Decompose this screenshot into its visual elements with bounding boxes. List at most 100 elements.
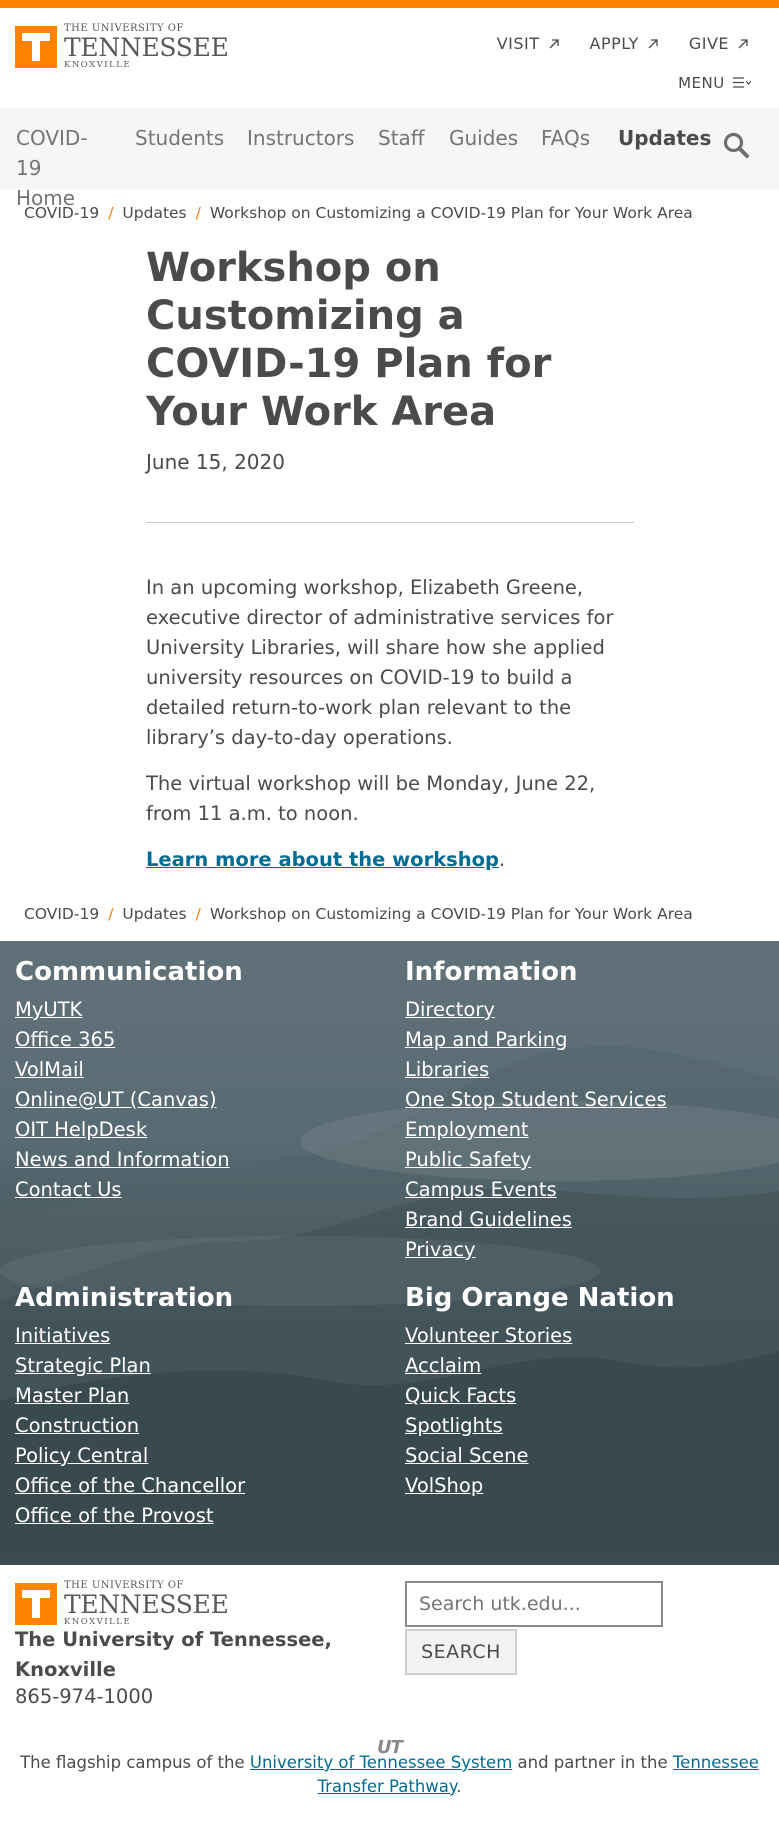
footer-heading-big-orange-nation: Big Orange Nation bbox=[405, 1283, 675, 1313]
give-label: GIVE bbox=[688, 34, 729, 53]
article-date: June 15, 2020 bbox=[146, 450, 285, 474]
nav-item-students[interactable]: Students bbox=[135, 123, 224, 153]
external-arrow-icon bbox=[738, 38, 748, 48]
university-logo[interactable]: THE UNIVERSITY OF TENNESSEE KNOXVILLE bbox=[15, 1581, 229, 1627]
footer-column-big-orange-nation: Big Orange Nation Volunteer Stories Accl… bbox=[405, 1283, 779, 1501]
footer-link[interactable]: Public Safety bbox=[405, 1145, 779, 1175]
footer-column-information: Information Directory Map and Parking Li… bbox=[405, 957, 779, 1265]
footer-link[interactable]: Map and Parking bbox=[405, 1025, 779, 1055]
phone-number[interactable]: 865-974-1000 bbox=[15, 1685, 153, 1708]
breadcrumb-link-updates[interactable]: Updates bbox=[122, 204, 186, 222]
site-header: THE UNIVERSITY OF TENNESSEE KNOXVILLE VI… bbox=[0, 8, 779, 98]
ut-system-link[interactable]: University of Tennessee System bbox=[250, 1753, 512, 1772]
breadcrumb-current: Workshop on Customizing a COVID-19 Plan … bbox=[209, 905, 693, 923]
breadcrumb-separator: / bbox=[195, 204, 201, 222]
footer-link[interactable]: Privacy bbox=[405, 1235, 779, 1265]
logo-line-2: TENNESSEE bbox=[64, 1590, 229, 1619]
university-name: The University of Tennessee, Knoxville bbox=[15, 1628, 332, 1681]
footer-link[interactable]: Directory bbox=[405, 995, 779, 1025]
hamburger-icon bbox=[733, 77, 752, 88]
section-nav: COVID-19 Home Students Instructors Staff… bbox=[0, 98, 779, 210]
learn-more-period: . bbox=[499, 848, 506, 871]
breadcrumb-current: Workshop on Customizing a COVID-19 Plan … bbox=[209, 204, 693, 222]
footer-link[interactable]: Volunteer Stories bbox=[405, 1321, 779, 1351]
footer-link[interactable]: Initiatives bbox=[15, 1321, 395, 1351]
footer-link[interactable]: Social Scene bbox=[405, 1441, 779, 1471]
footer-heading-information: Information bbox=[405, 957, 578, 987]
footer-link[interactable]: MyUTK bbox=[15, 995, 395, 1025]
breadcrumb-separator: / bbox=[195, 905, 201, 923]
external-arrow-icon bbox=[549, 38, 559, 48]
search-button[interactable]: SEARCH bbox=[405, 1629, 517, 1675]
breadcrumb: COVID-19/Updates / Workshop on Customizing… bbox=[0, 190, 779, 238]
footer-link[interactable]: Quick Facts bbox=[405, 1381, 779, 1411]
page-title: Workshop on Customizing a COVID-19 Plan … bbox=[146, 245, 552, 435]
footer-link[interactable]: Office 365 bbox=[15, 1025, 395, 1055]
footer-link[interactable]: Strategic Plan bbox=[15, 1351, 395, 1381]
flagship-statement: The flagship campus of the University of… bbox=[0, 1751, 779, 1799]
nav-item-covid-home[interactable]: COVID-19 Home bbox=[16, 123, 106, 213]
nav-item-faqs[interactable]: FAQs bbox=[541, 123, 590, 153]
learn-more-link[interactable]: Learn more about the workshop bbox=[146, 848, 499, 871]
nav-item-guides[interactable]: Guides bbox=[449, 123, 518, 153]
divider bbox=[146, 522, 634, 523]
footer-link[interactable]: Contact Us bbox=[15, 1175, 395, 1205]
article-paragraph-1: In an upcoming workshop, Elizabeth Green… bbox=[146, 576, 614, 749]
footer-link[interactable]: Policy Central bbox=[15, 1441, 395, 1471]
breadcrumb-link-covid[interactable]: COVID-19 bbox=[24, 905, 99, 923]
flagship-middle: and partner in the bbox=[512, 1753, 673, 1772]
give-link[interactable]: GIVE bbox=[689, 34, 749, 53]
footer-link[interactable]: Master Plan bbox=[15, 1381, 395, 1411]
footer-link[interactable]: Libraries bbox=[405, 1055, 779, 1085]
article-paragraph-2: The virtual workshop will be Monday, Jun… bbox=[146, 772, 596, 825]
breadcrumb-link-updates[interactable]: Updates bbox=[122, 905, 186, 923]
footer-heading-administration: Administration bbox=[15, 1283, 234, 1313]
visit-link[interactable]: VISIT bbox=[497, 34, 560, 53]
footer-column-administration: Administration Initiatives Strategic Pla… bbox=[15, 1283, 395, 1531]
nav-item-updates[interactable]: Updates bbox=[618, 123, 711, 153]
footer-links-section: Communication MyUTK Office 365 VolMail O… bbox=[0, 941, 779, 1565]
logo-line-2: TENNESSEE bbox=[64, 33, 229, 62]
footer-link[interactable]: Employment bbox=[405, 1115, 779, 1145]
search-icon[interactable] bbox=[723, 132, 749, 158]
footer-link[interactable]: News and Information bbox=[15, 1145, 395, 1175]
breadcrumb-bottom: COVID-19 / Updates / Workshop on Customizing… bbox=[0, 891, 779, 939]
footer-link[interactable]: Brand Guidelines bbox=[405, 1205, 779, 1235]
footer-link[interactable]: Campus Events bbox=[405, 1175, 779, 1205]
power-t-icon bbox=[15, 25, 57, 68]
footer-column-communication: Communication MyUTK Office 365 VolMail O… bbox=[15, 957, 395, 1205]
footer-link[interactable]: VolShop bbox=[405, 1471, 779, 1501]
apply-link[interactable]: APPLY bbox=[590, 34, 659, 53]
logo-wordmark: THE UNIVERSITY OF TENNESSEE KNOXVILLE bbox=[64, 1581, 229, 1627]
nav-item-instructors[interactable]: Instructors bbox=[247, 123, 354, 153]
flagship-suffix: . bbox=[456, 1777, 462, 1796]
logo-line-3: KNOXVILLE bbox=[64, 60, 132, 70]
footer-link[interactable]: Construction bbox=[15, 1411, 395, 1441]
article: Workshop on Customizing a COVID-19 Plan … bbox=[146, 238, 634, 875]
footer-link[interactable]: Office of the Provost bbox=[15, 1501, 395, 1531]
university-logo[interactable]: THE UNIVERSITY OF TENNESSEE KNOXVILLE bbox=[15, 24, 229, 70]
breadcrumb-separator: / bbox=[108, 905, 114, 923]
learn-more-paragraph: Learn more about the workshop. bbox=[146, 845, 634, 875]
menu-button[interactable]: MENU bbox=[678, 74, 752, 92]
power-t-icon bbox=[15, 1582, 57, 1625]
nav-item-staff[interactable]: Staff bbox=[378, 123, 425, 153]
site-search-input[interactable] bbox=[405, 1581, 663, 1627]
footer-link[interactable]: Office of the Chancellor bbox=[15, 1471, 395, 1501]
footer-link[interactable]: Online@UT (Canvas) bbox=[15, 1085, 395, 1115]
visit-label: VISIT bbox=[496, 34, 540, 53]
footer-link[interactable]: VolMail bbox=[15, 1055, 395, 1085]
footer-link[interactable]: One Stop Student Services bbox=[405, 1085, 779, 1115]
footer-link[interactable]: Spotlights bbox=[405, 1411, 779, 1441]
top-accent-bar bbox=[0, 0, 779, 8]
footer-heading-communication: Communication bbox=[15, 957, 243, 987]
logo-wordmark: THE UNIVERSITY OF TENNESSEE KNOXVILLE bbox=[64, 24, 229, 70]
utility-nav: VISIT APPLY GIVE bbox=[497, 34, 749, 53]
footer-link[interactable]: Acclaim bbox=[405, 1351, 779, 1381]
menu-label: MENU bbox=[678, 74, 725, 92]
apply-label: APPLY bbox=[589, 34, 639, 53]
breadcrumb-separator: / bbox=[108, 204, 114, 222]
flagship-prefix: The flagship campus of the bbox=[20, 1753, 250, 1772]
footer-link[interactable]: OIT HelpDesk bbox=[15, 1115, 395, 1145]
site-footer: THE UNIVERSITY OF TENNESSEE KNOXVILLE Th… bbox=[0, 1565, 779, 1805]
